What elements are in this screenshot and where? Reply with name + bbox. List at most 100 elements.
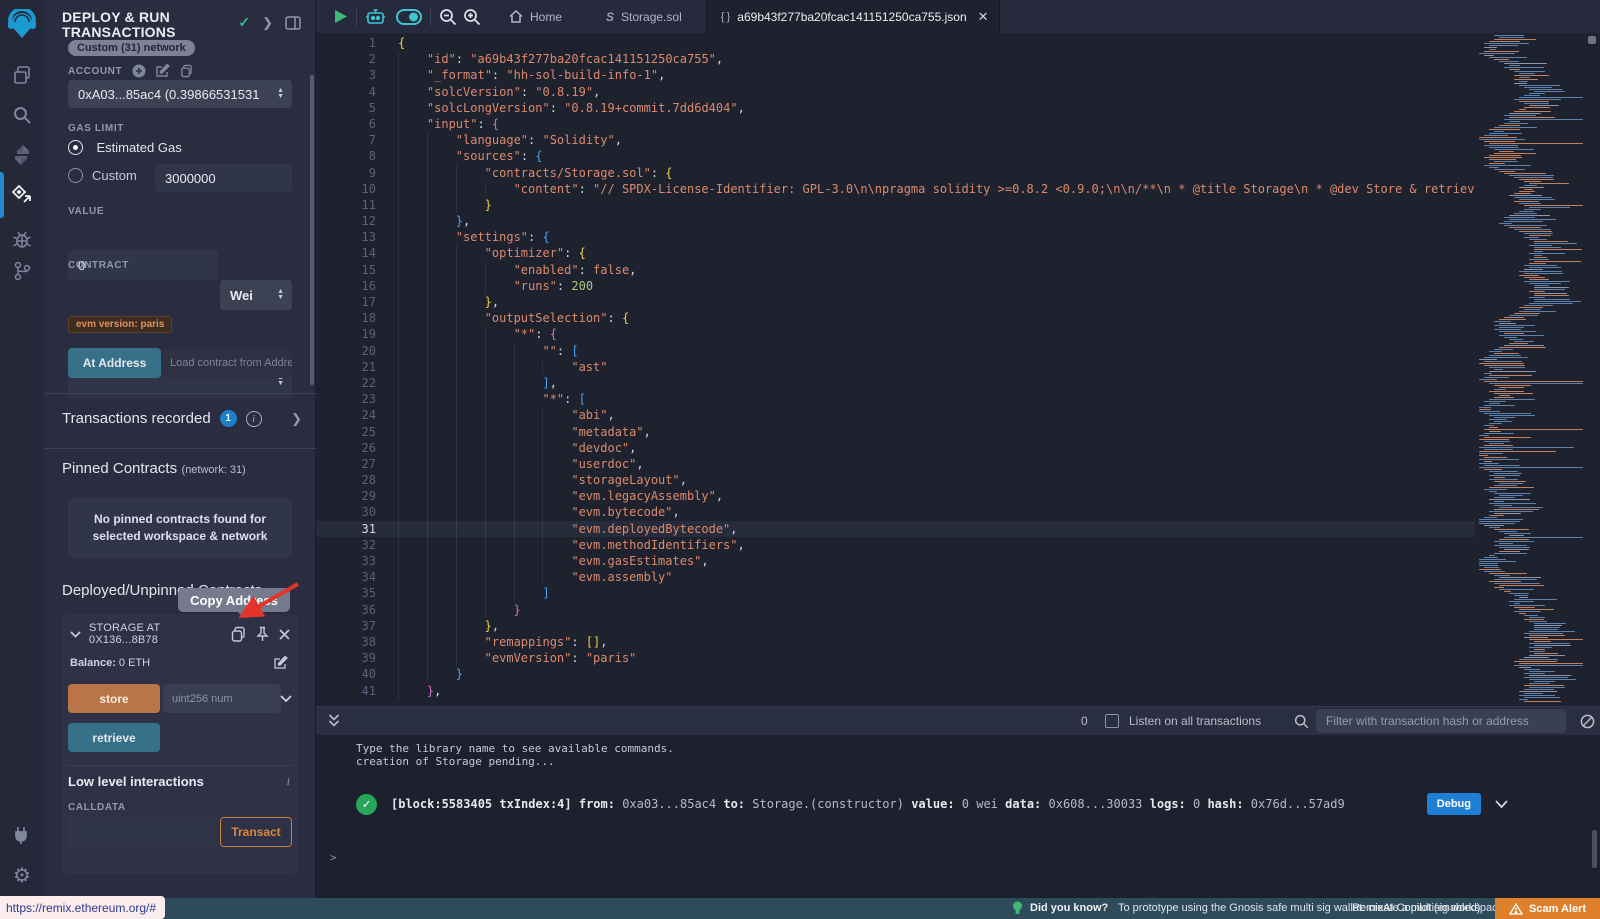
radio-estimated-gas[interactable] (68, 140, 83, 155)
debug-button[interactable]: Debug (1427, 793, 1481, 815)
low-level-info-icon[interactable]: i (287, 774, 290, 789)
deploy-run-icon[interactable] (0, 178, 44, 212)
solidity-compiler-icon[interactable] (0, 138, 44, 172)
code-line: 13"settings": { (316, 229, 1475, 245)
code-line: 38"remappings": [], (316, 634, 1475, 650)
tab-storage-label: Storage.sol (621, 10, 682, 24)
tx-success-icon: ✓ (356, 794, 377, 815)
add-account-icon[interactable] (132, 64, 146, 78)
zoom-in-icon[interactable] (463, 8, 481, 26)
code-line: 6"input": { (316, 116, 1475, 132)
code-line: 27"userdoc", (316, 456, 1475, 472)
minimap-line (1509, 601, 1534, 602)
transact-button[interactable]: Transact (220, 817, 292, 847)
debugger-icon[interactable] (0, 222, 44, 256)
tab-build-info-json[interactable]: { } a69b43f277ba20fcac141151250ca755.jso… (706, 0, 1000, 33)
edit-balance-icon[interactable] (274, 656, 288, 670)
edit-account-icon[interactable] (156, 64, 170, 78)
tab-home-label: Home (530, 10, 562, 24)
editor-scrollbar-thumb[interactable] (1588, 36, 1596, 44)
git-branch-icon[interactable] (0, 254, 44, 288)
pinned-title: Pinned Contracts (62, 460, 177, 477)
account-select[interactable]: 0xA03...85ac4 (0.39866531531 ▲▼ (68, 80, 292, 108)
gas-limit-label: GAS LIMIT (68, 123, 292, 134)
copy-account-icon[interactable] (180, 64, 193, 78)
collapse-contract-icon[interactable] (70, 631, 81, 638)
tab-storage-sol[interactable]: S Storage.sol (592, 0, 696, 33)
status-bar: Did you know? To prototype using the Gno… (0, 898, 1600, 919)
calldata-input[interactable] (68, 817, 216, 847)
code-line: 41}, (316, 683, 1475, 699)
copilot-status[interactable]: RemixAI Copilot (enabled) (1352, 902, 1480, 914)
transaction-log-row[interactable]: ✓ [block:5583405 txIndex:4] from: 0xa03.… (356, 793, 1556, 815)
gas-estimated-option[interactable]: Estimated Gas (68, 139, 292, 157)
unit-stepper-icon[interactable]: ▲▼ (277, 289, 284, 301)
store-arg-input[interactable]: uint256 num (163, 684, 281, 713)
code-line: 40} (316, 666, 1475, 682)
zoom-out-icon[interactable] (439, 8, 457, 26)
panel-title: DEPLOY & RUN TRANSACTIONS (62, 10, 232, 40)
code-line: 3"_format": "hh-sol-build-info-1", (316, 67, 1475, 83)
run-script-icon[interactable] (334, 9, 348, 24)
lightbulb-icon (1012, 901, 1023, 916)
radio-custom-gas[interactable] (68, 168, 83, 183)
clear-console-icon[interactable] (1580, 714, 1595, 729)
panel-check-icon: ✓ (238, 14, 250, 31)
info-icon[interactable]: i (246, 411, 262, 427)
sidepanel-scrollbar[interactable] (310, 75, 314, 385)
expand-transactions-icon[interactable]: ❯ (291, 411, 302, 427)
file-explorer-icon[interactable] (0, 58, 44, 92)
terminal-search-icon[interactable] (1294, 714, 1309, 729)
terminal-output[interactable]: Type the library name to see available c… (316, 735, 1600, 898)
listen-all-checkbox[interactable] (1105, 714, 1119, 728)
remix-logo-icon[interactable] (0, 6, 44, 44)
code-line: 5"solcLongVersion": "0.8.19+commit.7dd6d… (316, 100, 1475, 116)
transactions-recorded-row[interactable]: Transactions recorded 1 i ❯ (62, 410, 302, 427)
code-line: 33"evm.gasEstimates", (316, 553, 1475, 569)
value-unit-select[interactable]: Wei ▲▼ (220, 280, 292, 310)
minimap-line (1494, 553, 1527, 554)
account-stepper-icon[interactable]: ▲▼ (277, 88, 284, 100)
terminal-line: Type the library name to see available c… (356, 742, 674, 755)
editor-code-lines[interactable]: 1{2"id": "a69b43f277ba20fcac141151250ca7… (316, 35, 1475, 699)
code-editor[interactable]: 1{2"id": "a69b43f277ba20fcac141151250ca7… (316, 33, 1600, 706)
tx-summary-text: [block:5583405 txIndex:4] from: 0xa03...… (391, 797, 1427, 811)
store-function-button[interactable]: store (68, 684, 160, 713)
custom-gas-input[interactable]: 3000000 (155, 164, 292, 192)
transactions-count-badge: 1 (220, 410, 237, 427)
expand-tx-icon[interactable] (1495, 800, 1508, 809)
plugin-manager-icon[interactable] (0, 818, 44, 852)
copy-address-icon[interactable] (231, 626, 246, 642)
code-line: 7"language": "Solidity", (316, 132, 1475, 148)
filter-transactions-input[interactable] (1316, 709, 1566, 733)
retrieve-function-button[interactable]: retrieve (68, 723, 160, 752)
ai-copilot-robot-icon[interactable] (365, 7, 386, 27)
panel-forward-icon[interactable]: ❯ (262, 15, 273, 31)
code-line: 12}, (316, 213, 1475, 229)
expand-store-icon[interactable] (280, 695, 292, 703)
scam-alert-button[interactable]: Scam Alert (1495, 898, 1600, 919)
terminal-scrollbar-thumb[interactable] (1592, 830, 1597, 868)
store-arg-placeholder: uint256 num (172, 693, 233, 705)
close-tab-icon[interactable]: ✕ (978, 9, 989, 25)
load-contract-input[interactable]: Load contract from Addre (162, 348, 292, 378)
editor-minimap[interactable] (1475, 33, 1585, 706)
transactions-recorded-label: Transactions recorded (62, 410, 211, 427)
code-line: 35] (316, 585, 1475, 601)
code-line: 25"metadata", (316, 424, 1475, 440)
main-area: Home S Storage.sol { } a69b43f277ba20fca… (316, 0, 1600, 898)
code-line: 26"devdoc", (316, 440, 1475, 456)
minimap-line (1524, 697, 1560, 698)
remove-contract-icon[interactable] (279, 629, 290, 640)
home-icon (509, 10, 523, 23)
tab-home[interactable]: Home (495, 0, 576, 33)
search-icon[interactable] (0, 98, 44, 132)
store-button-label: store (99, 692, 128, 706)
pin-panel-icon[interactable] (285, 16, 301, 30)
copilot-toggle-icon[interactable] (396, 9, 422, 25)
at-address-button[interactable]: At Address (68, 348, 161, 378)
pin-contract-icon[interactable] (256, 626, 269, 642)
collapse-terminal-icon[interactable] (328, 714, 340, 728)
terminal-prompt[interactable]: > (330, 851, 337, 864)
settings-gear-icon[interactable]: ⚙ (0, 858, 44, 892)
